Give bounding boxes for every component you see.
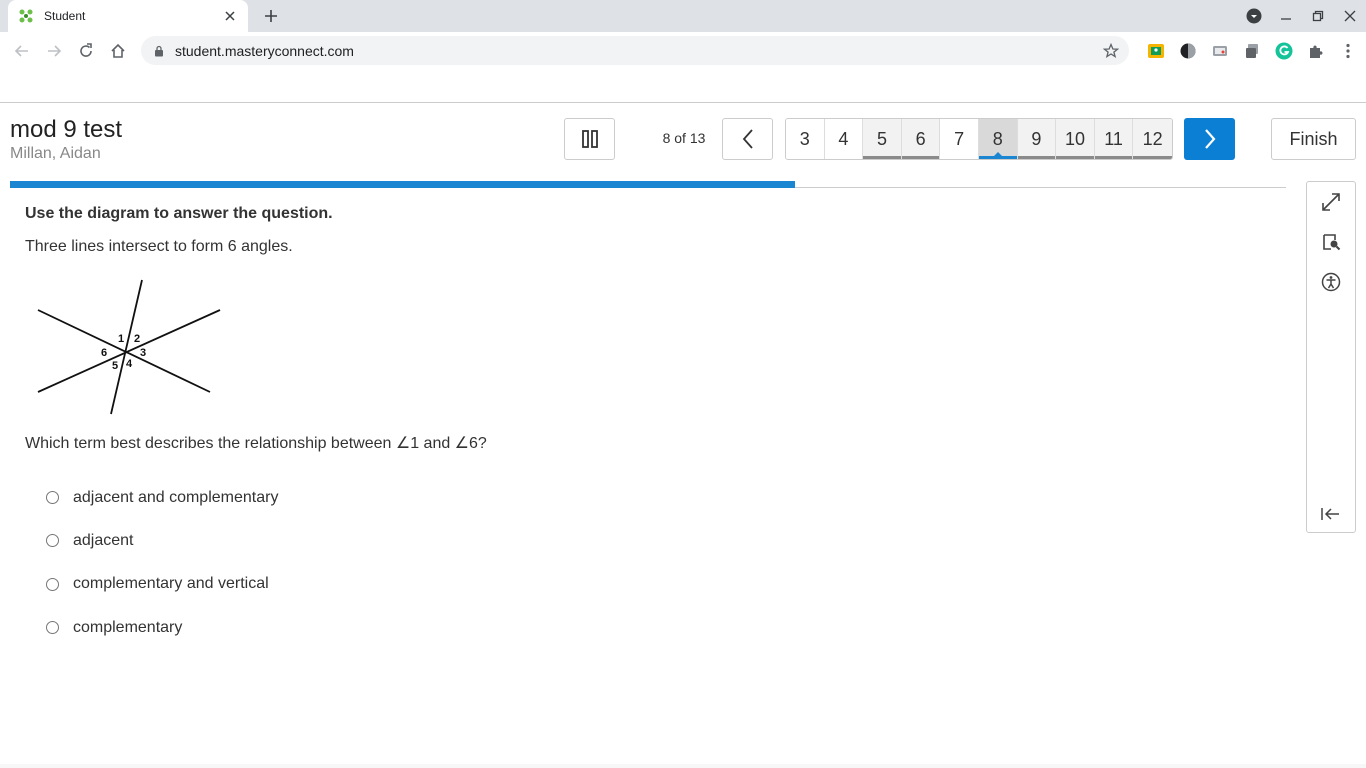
choice-label: adjacent and complementary	[73, 488, 279, 506]
close-window-icon[interactable]	[1334, 0, 1366, 32]
expand-icon[interactable]	[1307, 184, 1355, 220]
page-button-4[interactable]: 4	[824, 119, 864, 159]
answer-choice[interactable]: adjacent	[46, 519, 278, 562]
minimize-icon[interactable]	[1270, 0, 1302, 32]
answer-choices: adjacent and complementary adjacent comple…	[46, 476, 278, 649]
classroom-extension-icon[interactable]	[1140, 40, 1172, 62]
finish-button[interactable]: Finish	[1271, 118, 1356, 160]
angle-label-1: 1	[118, 333, 124, 345]
copy-extension-icon[interactable]	[1236, 40, 1268, 62]
page-button-7[interactable]: 7	[940, 119, 979, 159]
browser-menu-icon[interactable]	[1332, 40, 1364, 62]
reload-icon[interactable]	[70, 35, 102, 67]
new-tab-icon[interactable]	[260, 5, 282, 27]
radio-button[interactable]	[46, 621, 59, 635]
tab-close-icon[interactable]	[222, 8, 238, 24]
next-question-button[interactable]	[1184, 118, 1235, 160]
page-button-10[interactable]: 10	[1056, 119, 1095, 159]
tools-panel	[1306, 181, 1356, 533]
tab-search-icon[interactable]	[1238, 0, 1270, 32]
question-prompt: Which term best describes the relationsh…	[25, 435, 487, 452]
grammarly-icon[interactable]	[1268, 40, 1300, 62]
back-icon[interactable]	[6, 35, 38, 67]
page-top-divider	[0, 102, 1366, 103]
lock-icon	[155, 45, 163, 56]
choice-label: complementary	[73, 618, 183, 636]
pause-button[interactable]	[564, 118, 615, 160]
masteryconnect-favicon-icon	[19, 9, 33, 23]
page-button-11[interactable]: 11	[1094, 119, 1134, 159]
angle-label-3: 3	[140, 347, 146, 359]
chevron-right-icon	[1204, 129, 1215, 149]
choice-label: adjacent	[73, 531, 134, 549]
extensions-puzzle-icon[interactable]	[1300, 40, 1332, 62]
tab-title: Student	[44, 9, 86, 23]
pause-icon	[581, 130, 598, 148]
intersecting-lines-diagram: 1 23456	[37, 279, 221, 415]
question-instruction: Use the diagram to answer the question.	[25, 205, 333, 222]
collapse-panel-icon[interactable]	[1307, 496, 1355, 532]
radio-button[interactable]	[46, 491, 59, 505]
answer-choice[interactable]: complementary	[46, 606, 278, 649]
question-stem: Three lines intersect to form 6 angles.	[25, 238, 293, 255]
bookmark-star-icon[interactable]	[1101, 41, 1121, 61]
page-button-3[interactable]: 3	[786, 119, 825, 159]
accessibility-icon[interactable]	[1307, 264, 1355, 300]
screenshot-extension-icon[interactable]	[1204, 40, 1236, 62]
page-button-6[interactable]: 6	[901, 119, 941, 159]
previous-question-button[interactable]	[722, 118, 773, 160]
progress-bar	[10, 181, 795, 188]
window-controls	[1238, 0, 1366, 32]
chevron-left-icon	[742, 129, 753, 149]
answer-choice[interactable]: adjacent and complementary	[46, 476, 278, 519]
angle-label-4: 4	[126, 358, 133, 370]
forward-icon[interactable]	[38, 35, 70, 67]
test-title: mod 9 test	[10, 116, 123, 143]
answer-choice[interactable]: complementary and vertical	[46, 563, 278, 606]
page-button-5[interactable]: 5	[863, 119, 902, 159]
home-icon[interactable]	[102, 35, 134, 67]
radio-button[interactable]	[46, 577, 59, 591]
question-position: 8 of 13	[662, 130, 706, 146]
page-button-8[interactable]: 8	[978, 119, 1018, 159]
dark-mode-extension-icon[interactable]	[1172, 40, 1204, 62]
browser-toolbar: student.masteryconnect.com	[0, 32, 1366, 70]
page-button-12[interactable]: 12	[1133, 119, 1172, 159]
radio-button[interactable]	[46, 534, 59, 548]
magnifier-icon[interactable]	[1307, 224, 1355, 260]
extensions-row	[1140, 40, 1364, 62]
angle-label-2: 2	[134, 333, 140, 345]
angle-label-5: 5	[112, 360, 118, 372]
browser-tabstrip: Student	[0, 0, 1366, 32]
question-pager: 3 4 5 6 7 8 9 10 11 12	[785, 118, 1173, 160]
angle-label-6: 6	[101, 347, 107, 359]
restore-icon[interactable]	[1302, 0, 1334, 32]
page-button-9[interactable]: 9	[1017, 119, 1057, 159]
browser-tab[interactable]: Student	[8, 0, 248, 32]
student-name: Millan, Aidan	[10, 145, 101, 162]
choice-label: complementary and vertical	[73, 575, 269, 593]
url-text: student.masteryconnect.com	[175, 42, 354, 59]
address-bar[interactable]: student.masteryconnect.com	[141, 36, 1129, 65]
page-bottom-edge	[0, 764, 1366, 768]
